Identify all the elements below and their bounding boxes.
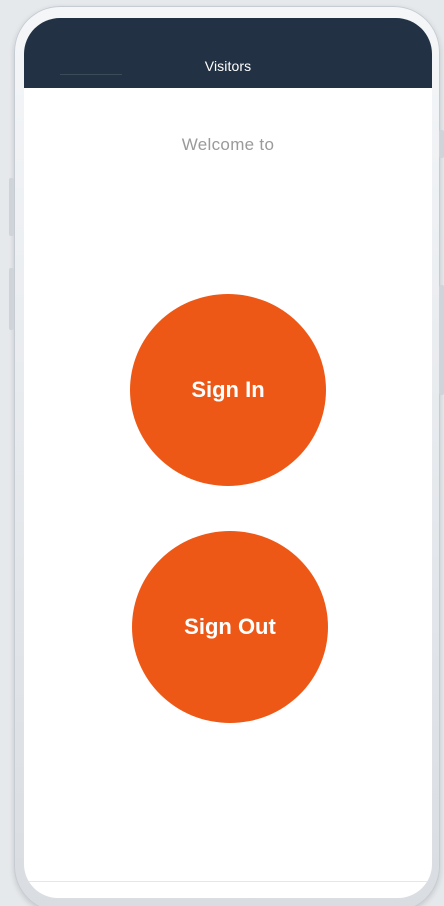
sign-in-label: Sign In <box>191 377 265 402</box>
device-stage: Visitors Welcome to Sign In Sign Out <box>0 0 444 906</box>
welcome-text: Welcome to <box>181 135 275 154</box>
app-title: Visitors <box>204 58 252 74</box>
sign-out-button[interactable]: Sign Out <box>132 531 328 723</box>
power-button <box>439 285 444 395</box>
app-header: Visitors <box>24 18 432 88</box>
volume-up-button <box>9 178 14 236</box>
side-edge-highlight <box>439 130 444 158</box>
volume-down-button <box>9 268 14 330</box>
bottom-divider <box>24 881 432 882</box>
sign-out-label: Sign Out <box>184 614 276 639</box>
app-screen: Visitors Welcome to Sign In Sign Out <box>24 18 432 898</box>
header-divider <box>60 74 122 75</box>
sign-in-button[interactable]: Sign In <box>130 294 326 486</box>
